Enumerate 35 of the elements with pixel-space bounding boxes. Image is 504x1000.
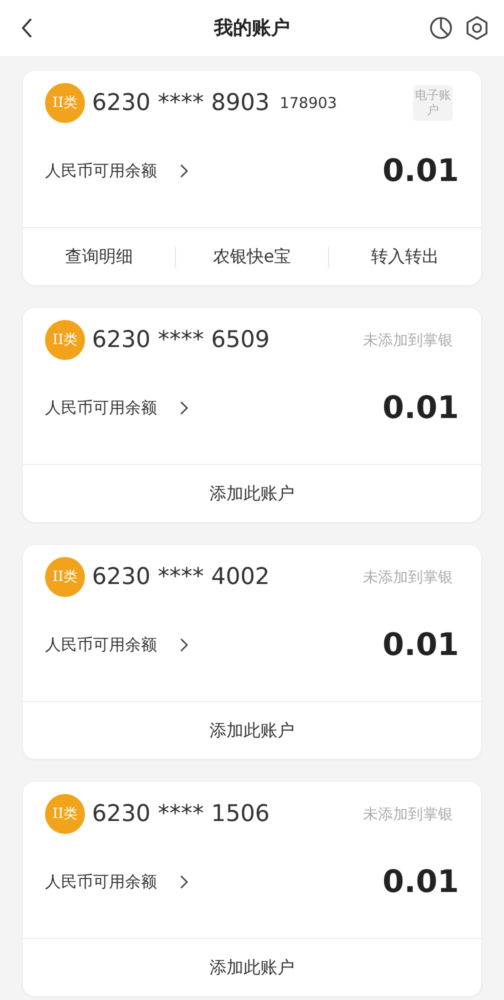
- account-extra-number: 178903: [280, 94, 337, 112]
- action-button[interactable]: 查询明细: [23, 239, 175, 274]
- account-number: 6230 **** 6509: [92, 327, 270, 353]
- balance-amount: 0.01: [382, 153, 459, 189]
- balance-amount: 0.01: [382, 627, 459, 663]
- chevron-right-icon[interactable]: [179, 637, 189, 653]
- balance-label[interactable]: 人民币可用余额: [45, 398, 157, 418]
- chevron-right-icon[interactable]: [179, 400, 189, 416]
- account-badge: II类: [45, 83, 85, 123]
- account-status: 未添加到掌银: [363, 330, 453, 350]
- pie-chart-icon[interactable]: [428, 15, 454, 41]
- account-tag: 电子账户: [413, 85, 453, 121]
- account-badge: II类: [45, 794, 85, 834]
- balance-label[interactable]: 人民币可用余额: [45, 872, 157, 892]
- action-button[interactable]: 添加此账户: [23, 950, 481, 985]
- action-button[interactable]: 转入转出: [329, 239, 481, 274]
- balance-label[interactable]: 人民币可用余额: [45, 160, 157, 182]
- account-status: 未添加到掌银: [363, 568, 453, 586]
- account-badge: II类: [45, 557, 85, 597]
- account-number: 6230 **** 8903: [92, 90, 270, 116]
- account-badge: II类: [45, 320, 85, 360]
- balance-label[interactable]: 人民币可用余额: [45, 634, 157, 656]
- account-number: 6230 **** 1506: [92, 801, 270, 827]
- balance-amount: 0.01: [382, 390, 459, 426]
- chevron-right-icon[interactable]: [179, 874, 189, 890]
- action-button[interactable]: 添加此账户: [23, 476, 481, 511]
- page-title: 我的账户: [214, 17, 290, 39]
- action-button[interactable]: 添加此账户: [23, 713, 481, 748]
- account-status: 未添加到掌银: [363, 804, 453, 824]
- account-number: 6230 **** 4002: [92, 564, 270, 590]
- chevron-right-icon[interactable]: [179, 163, 189, 179]
- balance-amount: 0.01: [382, 864, 459, 900]
- action-button[interactable]: 农银快e宝: [176, 239, 328, 274]
- back-icon[interactable]: [20, 17, 34, 39]
- settings-icon[interactable]: [464, 15, 490, 41]
